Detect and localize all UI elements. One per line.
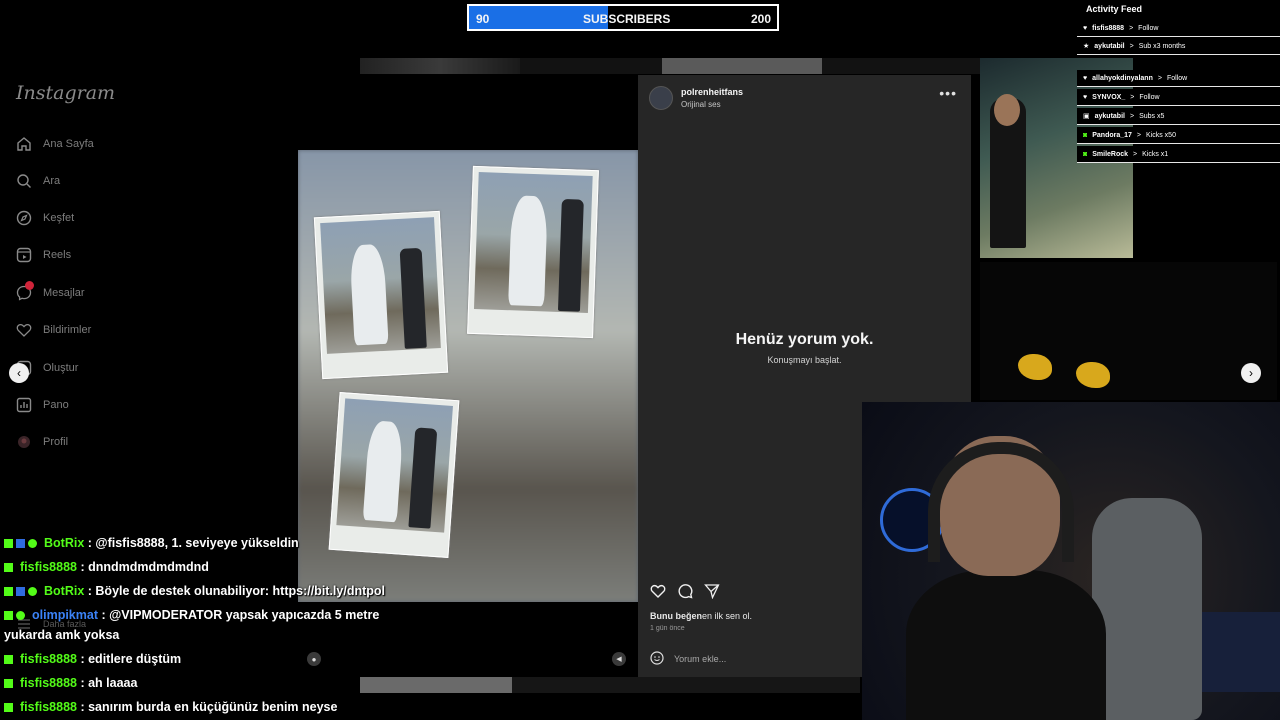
chat-username[interactable]: olimpikmat <box>32 608 98 622</box>
activity-row: ★ aykutabil > Sub x3 months <box>1077 38 1280 55</box>
sidebar-item-dashboard[interactable]: Pano <box>16 397 69 413</box>
kick-icon: ◙ <box>1083 131 1088 139</box>
chat-username[interactable]: BotRix <box>44 536 84 550</box>
chat-username[interactable]: fisfis8888 <box>20 652 77 666</box>
compass-icon <box>16 210 32 226</box>
reels-icon <box>16 247 32 263</box>
activity-row: ♥ fisfis8888 > Follow <box>1077 20 1280 37</box>
post-time: 1 gün önce <box>650 625 685 632</box>
activity-feed-title: Activity Feed <box>1086 4 1143 14</box>
feed-thumbnail[interactable] <box>360 58 520 74</box>
sidebar-item-explore[interactable]: Keşfet <box>16 210 74 226</box>
sidebar-item-messages[interactable]: Mesajlar <box>16 281 85 301</box>
feed-thumbnail-strip-bottom <box>360 677 860 693</box>
notification-badge <box>25 281 34 290</box>
next-post-button[interactable]: › <box>1241 363 1261 383</box>
collage-photo <box>328 392 460 558</box>
chart-icon <box>16 397 32 413</box>
empty-comments-title: Henüz yorum yok. <box>735 331 874 348</box>
star-icon: ★ <box>1083 43 1090 50</box>
collage-photo <box>467 165 599 339</box>
home-icon <box>16 136 32 152</box>
sidebar-item-home[interactable]: Ana Sayfa <box>16 136 94 152</box>
subscriber-current: 90 <box>476 12 490 26</box>
mute-icon[interactable]: ◀ <box>612 652 626 666</box>
author-avatar[interactable] <box>649 86 673 110</box>
chat-message: BotRix : @fisfis8888, 1. seviyeye yüksel… <box>4 536 299 550</box>
chat-message: olimpikmat : @VIPMODERATOR yapsak yapıca… <box>4 608 379 622</box>
like-icon[interactable] <box>650 583 666 604</box>
feed-thumbnail[interactable] <box>360 677 512 693</box>
search-icon <box>16 173 32 189</box>
post-author[interactable]: polrenheitfans <box>681 87 743 97</box>
chat-username[interactable]: BotRix <box>44 584 84 598</box>
messenger-icon <box>16 281 34 301</box>
collage-photo <box>313 210 449 380</box>
share-icon[interactable] <box>704 583 720 604</box>
heart-icon: ♥ <box>1083 93 1088 101</box>
chat-message: fisfis8888 : ah laaaa <box>4 676 137 690</box>
sidebar-item-label: Profil <box>43 436 69 448</box>
headphones <box>928 442 1074 562</box>
sidebar-item-label: Keşfet <box>43 212 75 224</box>
sidebar-item-label: Pano <box>43 399 69 411</box>
sidebar-item-reels[interactable]: Reels <box>16 247 71 263</box>
post-media[interactable] <box>298 150 638 602</box>
sidebar-item-notifications[interactable]: Bildirimler <box>16 322 91 338</box>
sidebar-item-label: Bildirimler <box>43 324 92 336</box>
instagram-logo[interactable]: Instagram <box>16 82 115 104</box>
chat-username[interactable]: fisfis8888 <box>20 676 77 690</box>
webcam-overlay <box>862 402 1280 720</box>
heart-icon: ♥ <box>1083 24 1088 32</box>
activity-row: ♥ SYNVOX_ > Follow <box>1077 89 1280 106</box>
feed-thumbnail[interactable] <box>980 262 1277 400</box>
feed-thumbnail-strip <box>360 58 980 74</box>
sidebar-item-profile[interactable]: Profil <box>16 434 68 450</box>
tag-user-icon[interactable]: ● <box>307 652 321 666</box>
subscriber-goal: 200 <box>750 12 771 26</box>
kick-icon: ◙ <box>1083 150 1088 158</box>
empty-comments-subtitle: Konuşmayı başlat. <box>767 355 842 365</box>
likes-rest: en ilk sen ol. <box>702 611 753 621</box>
sidebar-item-label: Reels <box>43 249 72 261</box>
sidebar-item-label: Ara <box>43 175 61 187</box>
chat-message: BotRix : Böyle de destek olunabiliyor: h… <box>4 584 385 598</box>
comment-input[interactable]: Yorum ekle... <box>674 654 726 664</box>
activity-row: ▣ aykutabil > Subs x5 <box>1077 108 1280 125</box>
more-options-icon[interactable]: ••• <box>939 85 957 101</box>
heart-icon: ♥ <box>1083 74 1088 82</box>
comment-icon[interactable] <box>677 583 693 604</box>
feed-thumbnail[interactable] <box>662 58 822 74</box>
audio-label[interactable]: Orijinal ses <box>681 100 721 109</box>
sidebar-item-search[interactable]: Ara <box>16 173 60 189</box>
subscriber-label: SUBSCRIBERS <box>583 12 671 26</box>
chat-message: fisfis8888 : dnndmdmdmdmdnd <box>4 560 209 574</box>
sidebar-item-label: Ana Sayfa <box>43 138 94 150</box>
sidebar-item-label: Oluştur <box>43 362 79 374</box>
emoji-icon[interactable] <box>650 651 664 667</box>
activity-row: ♥ allahyokdinyalann > Follow <box>1077 70 1280 87</box>
post-actions <box>650 583 720 604</box>
avatar-icon <box>16 434 32 450</box>
activity-row: ◙ SmileRock > Kicks x1 <box>1077 146 1280 163</box>
gift-icon: ▣ <box>1083 113 1090 120</box>
heart-icon <box>16 322 32 338</box>
add-comment-field[interactable]: Yorum ekle... <box>650 651 726 667</box>
previous-post-button[interactable]: ‹ <box>9 363 29 383</box>
chat-username[interactable]: fisfis8888 <box>20 700 77 714</box>
subscriber-goal-bar: 90 SUBSCRIBERS 200 <box>467 4 779 31</box>
sidebar-item-label: Mesajlar <box>43 287 85 299</box>
like-link[interactable]: Bunu beğen <box>650 611 702 621</box>
gaming-chair <box>1092 498 1202 720</box>
chat-message: fisfis8888 : sanırım burda en küçüğünüz … <box>4 700 337 714</box>
chat-username[interactable]: fisfis8888 <box>20 560 77 574</box>
likes-text: Bunu beğenen ilk sen ol. <box>650 611 752 621</box>
chat-message: fisfis8888 : editlere düştüm <box>4 652 181 666</box>
streamer-body <box>906 570 1106 720</box>
chat-message-continued: yukarda amk yoksa <box>4 628 120 642</box>
activity-row: ◙ Pandora_17 > Kicks x50 <box>1077 127 1280 144</box>
